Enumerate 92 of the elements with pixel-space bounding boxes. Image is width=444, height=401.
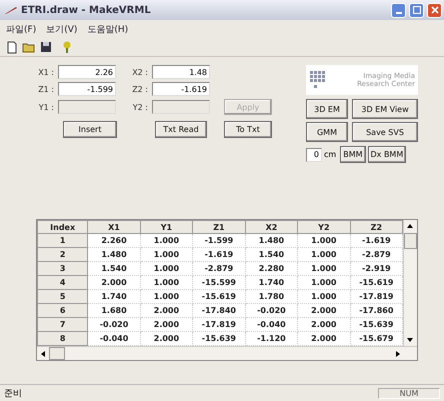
table-cell: 1.000 xyxy=(298,248,350,262)
row-header: 5 xyxy=(38,290,88,304)
table-cell: 1.000 xyxy=(298,276,350,290)
save-icon[interactable] xyxy=(40,41,52,53)
coordinate-field[interactable]: 2.26 xyxy=(58,65,116,79)
field-label: X1 : xyxy=(37,68,54,76)
table-cell: 1.000 xyxy=(140,276,193,290)
field-label: X2 : xyxy=(131,68,148,76)
table-cell: -2.879 xyxy=(192,262,246,276)
help-icon[interactable] xyxy=(62,40,72,54)
field-label: Z1 : xyxy=(37,84,54,94)
column-header[interactable]: X2 xyxy=(245,220,298,234)
table-cell: 1.780 xyxy=(245,290,298,304)
table-cell: 2.280 xyxy=(245,262,298,276)
menu-item[interactable]: 도움말(H) xyxy=(87,22,128,36)
window-title: ETRI.draw - MakeVRML xyxy=(21,4,151,16)
table-cell: 1.540 xyxy=(88,262,140,276)
table-cell: 2.260 xyxy=(88,234,140,248)
table-cell: -15.599 xyxy=(192,276,246,290)
table-cell: 1.000 xyxy=(140,262,193,276)
status-text: 준비 xyxy=(4,388,22,400)
num-lock-indicator: NUM xyxy=(378,388,440,398)
menu-item[interactable]: 보기(V) xyxy=(46,22,78,36)
table-cell: 1.000 xyxy=(298,234,350,248)
table-cell: 2.000 xyxy=(140,304,193,318)
pen-icon xyxy=(4,5,18,15)
action-button[interactable]: BMM xyxy=(340,146,366,163)
action-button[interactable]: To Txt xyxy=(224,121,272,138)
row-header: 8 xyxy=(38,332,88,346)
action-button[interactable]: Dx BMM xyxy=(368,146,406,163)
minimize-button[interactable] xyxy=(391,2,406,18)
coordinate-field[interactable]: 1.48 xyxy=(152,65,210,79)
action-button[interactable]: 3D EM View xyxy=(352,99,418,119)
action-button[interactable]: GMM xyxy=(306,122,348,142)
close-button[interactable] xyxy=(427,2,442,18)
table-cell: 1.000 xyxy=(140,290,193,304)
table-cell: -1.619 xyxy=(192,248,246,262)
action-button[interactable]: Save SVS xyxy=(352,122,418,142)
table-cell: 2.000 xyxy=(140,318,193,332)
maximize-icon xyxy=(412,6,420,14)
unit-label: cm xyxy=(324,150,336,159)
column-header[interactable]: Index xyxy=(38,220,88,234)
horizontal-scrollbar[interactable] xyxy=(37,346,417,360)
table-cell: 1.000 xyxy=(298,290,350,304)
size-field[interactable]: 0 xyxy=(306,148,322,162)
maximize-button[interactable] xyxy=(409,2,424,18)
table-cell: 2.000 xyxy=(88,276,140,290)
field-label: Y2 : xyxy=(132,102,148,112)
menu-item[interactable]: 파일(F) xyxy=(6,22,36,36)
row-header: 6 xyxy=(38,304,88,318)
table-cell: 1.740 xyxy=(245,276,298,290)
table-cell: 2.000 xyxy=(298,304,350,318)
row-header: 2 xyxy=(38,248,88,262)
row-header: 3 xyxy=(38,262,88,276)
row-header: 1 xyxy=(38,234,88,248)
folder-icon[interactable] xyxy=(22,41,36,53)
table-cell: -1.599 xyxy=(192,234,246,248)
action-button[interactable]: Txt Read xyxy=(155,121,207,138)
table-cell: -17.840 xyxy=(192,304,246,318)
scroll-thumb[interactable] xyxy=(404,233,417,249)
table-cell: 1.000 xyxy=(140,248,193,262)
table-cell: -0.020 xyxy=(88,318,140,332)
column-header[interactable]: X1 xyxy=(88,220,140,234)
dot-grid-icon xyxy=(309,70,327,90)
table-cell: -17.819 xyxy=(192,318,246,332)
table-cell: 1.740 xyxy=(88,290,140,304)
table-cell: 2.000 xyxy=(298,318,350,332)
table-cell: 1.000 xyxy=(298,262,350,276)
table-cell: -0.020 xyxy=(245,304,298,318)
field-label: Z2 : xyxy=(131,84,148,94)
table-cell: 1.680 xyxy=(88,304,140,318)
action-button[interactable]: Insert xyxy=(63,121,117,138)
table-cell: -15.619 xyxy=(192,290,246,304)
close-icon xyxy=(430,6,438,14)
action-button[interactable]: 3D EM xyxy=(306,99,348,119)
row-header: 7 xyxy=(38,318,88,332)
table-cell: 1.480 xyxy=(245,234,298,248)
column-header[interactable]: Y1 xyxy=(140,220,193,234)
coordinate-field[interactable]: -1.599 xyxy=(58,82,116,96)
row-header: 4 xyxy=(38,276,88,290)
column-header[interactable]: Y2 xyxy=(298,220,350,234)
field-label: Y1 : xyxy=(38,102,54,112)
coordinate-field[interactable]: -1.619 xyxy=(152,82,210,96)
scroll-thumb[interactable] xyxy=(49,347,65,360)
table-cell: 1.480 xyxy=(88,248,140,262)
table-cell: 1.540 xyxy=(245,248,298,262)
new-file-icon[interactable] xyxy=(6,40,18,54)
table-cell: -0.040 xyxy=(245,318,298,332)
vertical-scrollbar[interactable] xyxy=(403,220,417,346)
column-header[interactable]: Z2 xyxy=(350,220,403,234)
column-header[interactable]: Z1 xyxy=(192,220,246,234)
table-cell: 1.000 xyxy=(140,234,193,248)
